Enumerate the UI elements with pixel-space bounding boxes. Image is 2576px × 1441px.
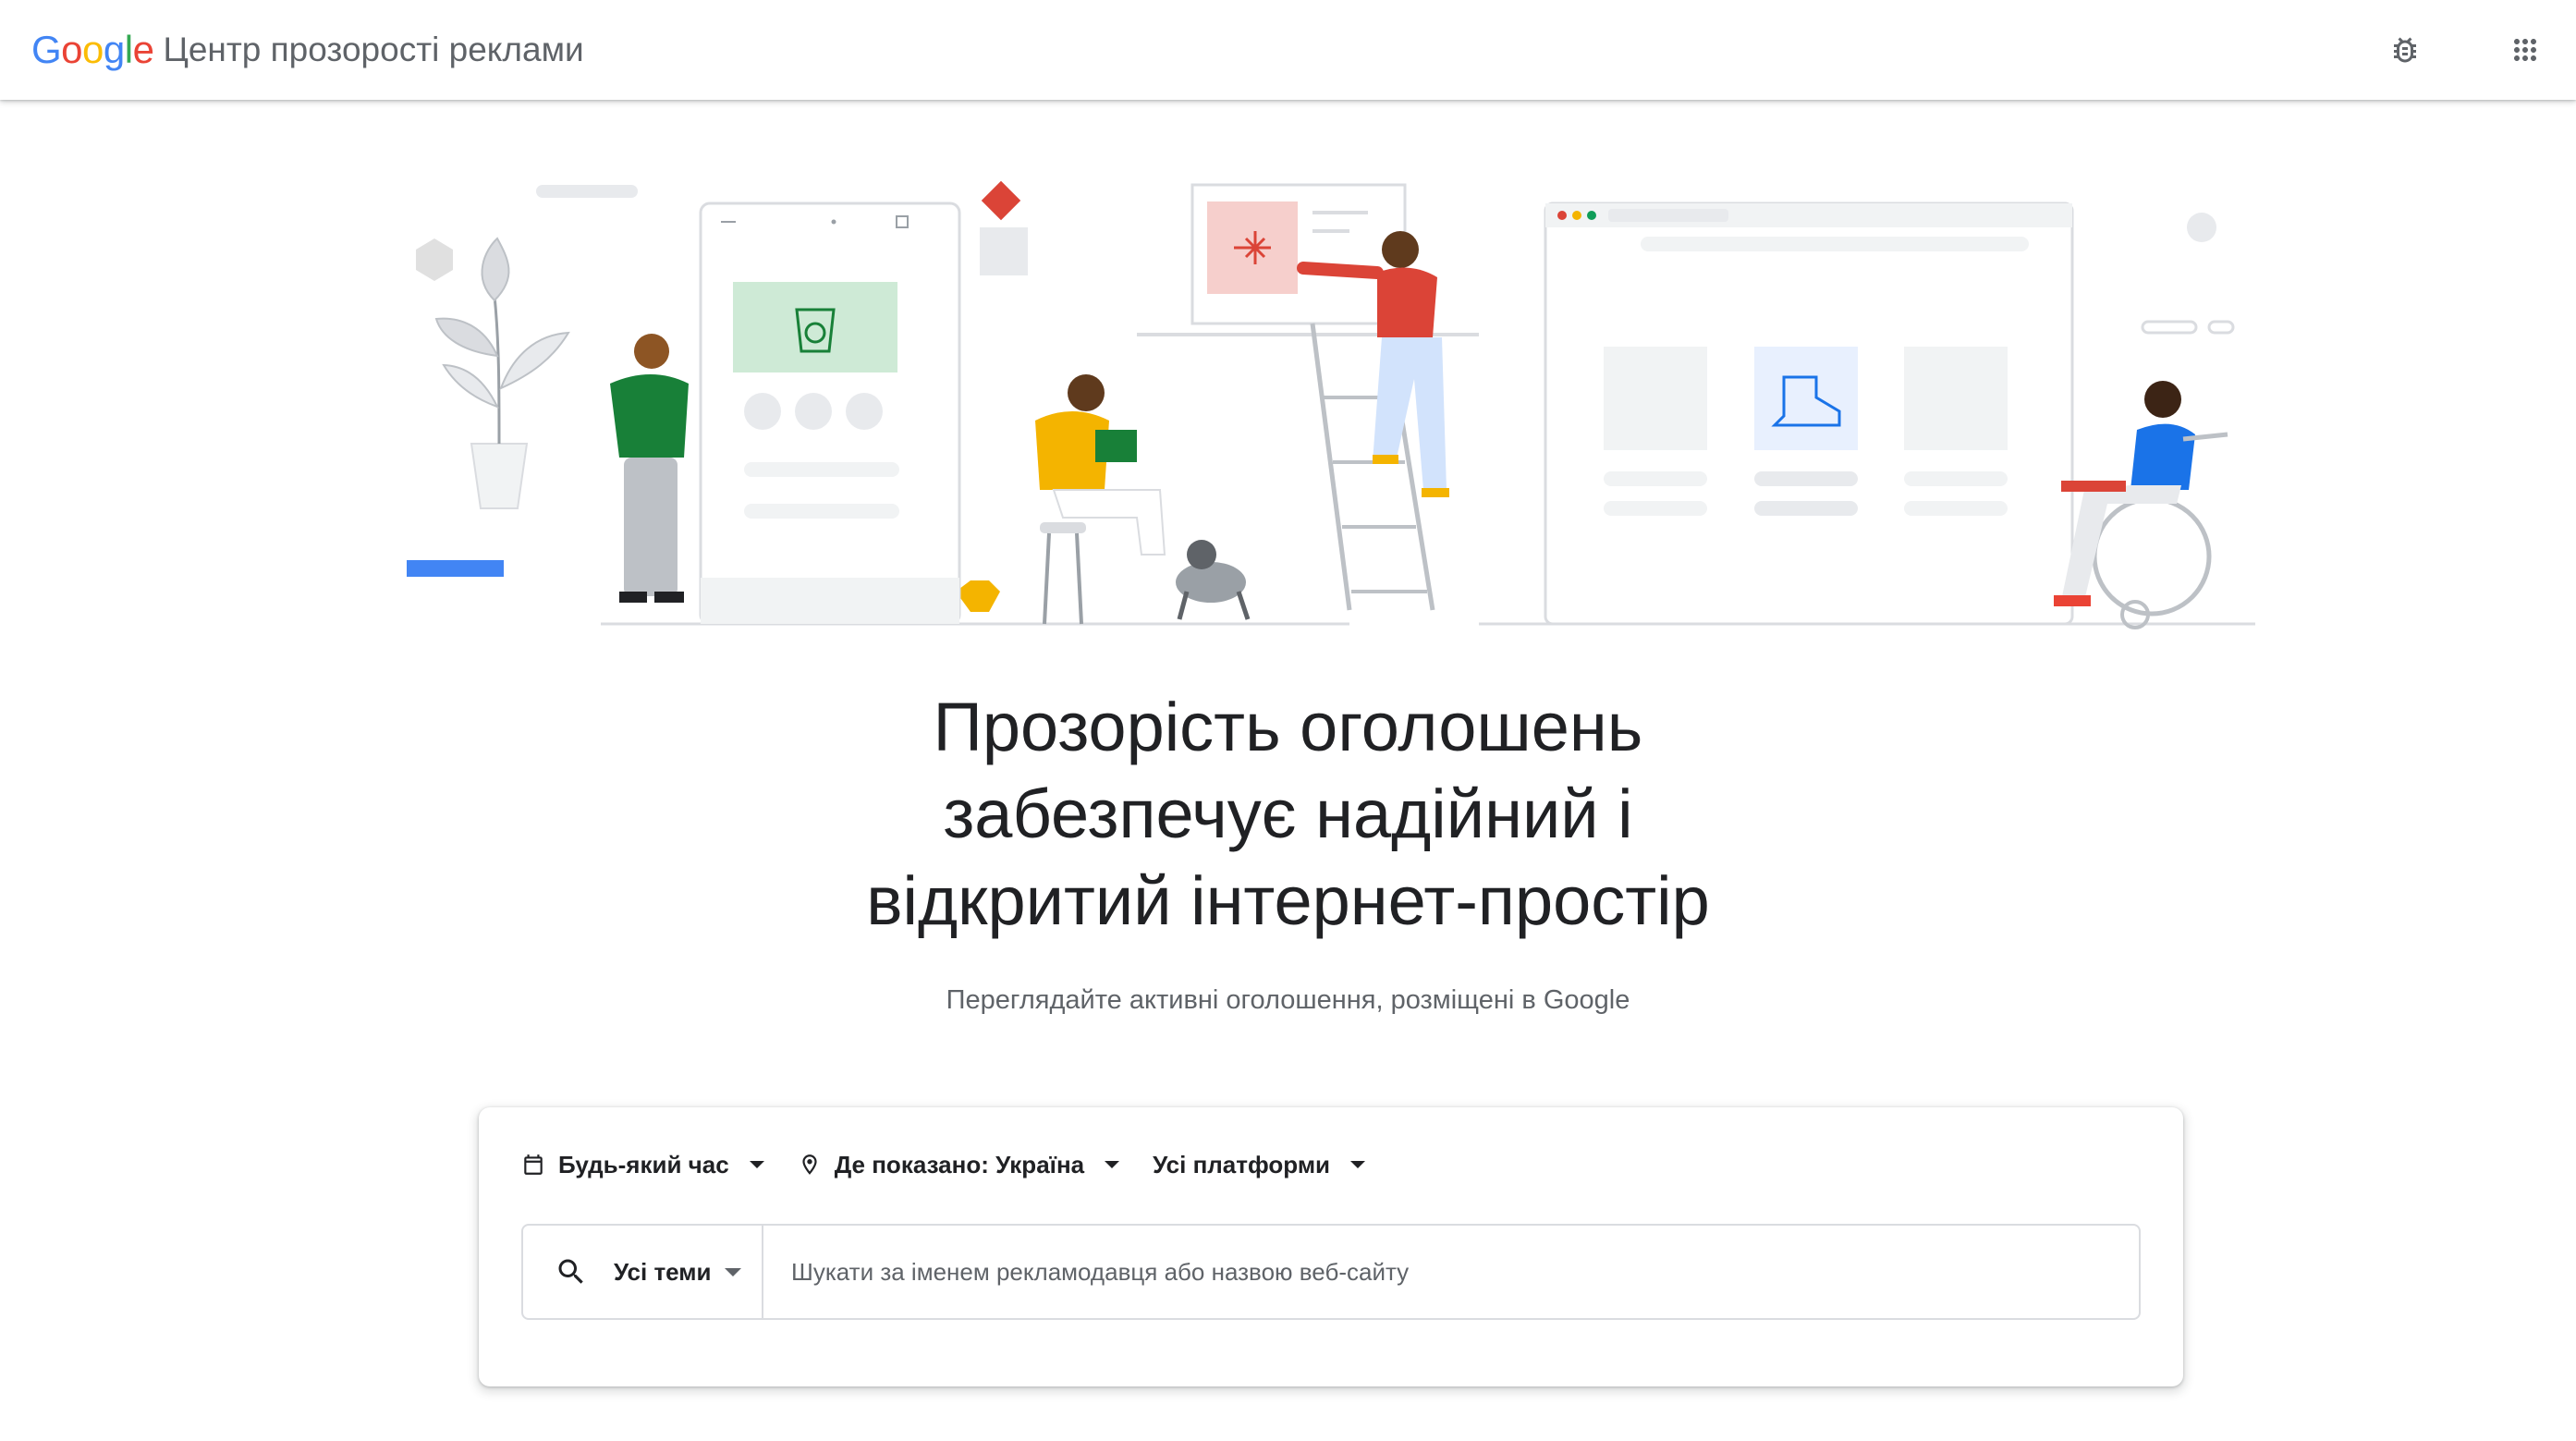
filter-bar: Будь-який час Де показано: Україна Усі п… xyxy=(521,1146,1398,1183)
advertiser-search-input[interactable] xyxy=(763,1226,2139,1318)
page-headline: Прозорість оголошень забезпечує надійний… xyxy=(0,684,2576,945)
google-apps-button[interactable] xyxy=(2497,22,2553,78)
logo-letter: e xyxy=(132,28,154,71)
time-filter-dropdown[interactable]: Будь-який час xyxy=(521,1146,764,1183)
logo-letter: l xyxy=(124,28,133,71)
headline-line-2: забезпечує надійний і xyxy=(943,775,1633,852)
app-title: Центр прозорості реклами xyxy=(163,31,584,68)
logo-letter: g xyxy=(103,28,125,71)
report-issue-button[interactable] xyxy=(2377,22,2433,78)
topic-label: Усі теми xyxy=(614,1257,712,1286)
location-filter-label: Де показано: Україна xyxy=(834,1150,1085,1178)
search-bar: Усі теми xyxy=(521,1224,2141,1320)
chevron-down-icon xyxy=(1105,1161,1120,1168)
logo-letter: o xyxy=(61,28,83,71)
google-logo: Google xyxy=(31,24,154,76)
logo-letter: o xyxy=(82,28,104,71)
time-filter-label: Будь-який час xyxy=(558,1150,729,1178)
topic-dropdown[interactable]: Усі теми xyxy=(523,1226,763,1318)
location-pin-icon xyxy=(802,1154,817,1175)
page-subtitle: Переглядайте активні оголошення, розміще… xyxy=(946,985,1630,1015)
logo-letter: G xyxy=(31,28,62,71)
chevron-down-icon xyxy=(1350,1161,1366,1168)
platform-filter-dropdown[interactable]: Усі платформи xyxy=(1153,1146,1366,1183)
headline-line-1: Прозорість оголошень xyxy=(933,689,1643,765)
chevron-down-icon xyxy=(749,1161,764,1168)
search-card: Будь-який час Де показано: Україна Усі п… xyxy=(479,1107,2183,1386)
top-app-bar: Google Центр прозорості реклами xyxy=(0,0,2576,100)
location-filter-dropdown[interactable]: Де показано: Україна xyxy=(798,1146,1120,1183)
apps-grid-icon xyxy=(2514,39,2536,61)
platform-filter-label: Усі платформи xyxy=(1153,1150,1331,1178)
chevron-down-icon xyxy=(724,1267,741,1276)
search-icon xyxy=(553,1253,590,1290)
headline-line-3: відкритий інтернет-простір xyxy=(866,862,1710,939)
brand[interactable]: Google Центр прозорості реклами xyxy=(31,24,584,76)
hero-illustration xyxy=(407,180,2255,629)
bug-report-icon xyxy=(2394,37,2416,63)
calendar-icon xyxy=(524,1154,543,1175)
